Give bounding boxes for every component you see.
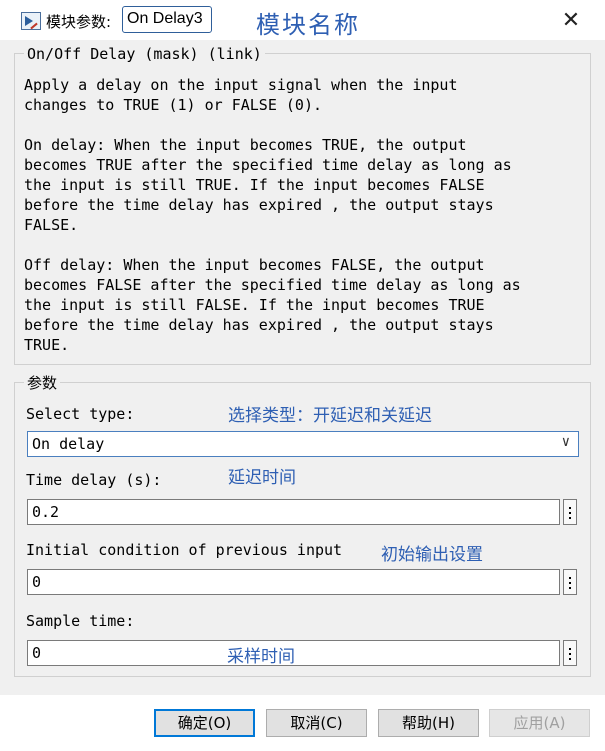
description-line: TRUE. bbox=[24, 336, 70, 354]
ok-button[interactable]: 确定(O) bbox=[154, 709, 255, 737]
description-line: the input is still TRUE. If the input be… bbox=[24, 176, 485, 194]
time-delay-label: Time delay (s): bbox=[26, 471, 162, 489]
initial-condition-input[interactable]: 0 bbox=[27, 569, 560, 595]
annotation-sample-time: 采样时间 bbox=[227, 647, 295, 667]
select-type-value: On delay bbox=[32, 435, 105, 453]
block-name-label: On Delay3 bbox=[122, 6, 212, 33]
title-bar: 模块参数: On Delay3 模块名称 ✕ bbox=[0, 0, 605, 40]
window-title-prefix: 模块参数: bbox=[46, 13, 112, 31]
help-button[interactable]: 帮助(H) bbox=[378, 709, 479, 737]
description-line: becomes FALSE after the specified time d… bbox=[24, 276, 521, 294]
chevron-down-icon: ∨ bbox=[561, 434, 570, 450]
description-heading: On/Off Delay (mask) (link) bbox=[24, 45, 265, 63]
simulink-block-icon bbox=[21, 12, 41, 30]
description-line: Off delay: When the input becomes FALSE,… bbox=[24, 256, 485, 274]
initial-condition-more-button[interactable] bbox=[563, 569, 577, 595]
description-line: On delay: When the input becomes TRUE, t… bbox=[24, 136, 467, 154]
description-line: the input is still FALSE. If the input b… bbox=[24, 296, 485, 314]
select-type-label: Select type: bbox=[26, 405, 135, 423]
time-delay-input[interactable]: 0.2 bbox=[27, 499, 560, 525]
sample-time-label: Sample time: bbox=[26, 612, 135, 630]
cancel-button[interactable]: 取消(C) bbox=[266, 709, 367, 737]
description-line: becomes TRUE after the specified time de… bbox=[24, 156, 512, 174]
apply-button[interactable]: 应用(A) bbox=[489, 709, 590, 737]
parameters-heading: 参数 bbox=[24, 372, 61, 393]
time-delay-more-button[interactable] bbox=[563, 499, 577, 525]
description-panel: On/Off Delay (mask) (link) Apply a delay… bbox=[0, 40, 605, 370]
close-button[interactable]: ✕ bbox=[558, 8, 584, 34]
description-line: Apply a delay on the input signal when t… bbox=[24, 76, 458, 94]
select-type-dropdown[interactable]: On delay ∨ bbox=[27, 431, 579, 457]
description-line: FALSE. bbox=[24, 216, 79, 234]
parameters-group bbox=[14, 382, 591, 677]
parameters-panel: 参数 Select type: 选择类型：开延迟和关延迟 On delay ∨ … bbox=[0, 370, 605, 695]
description-line: changes to TRUE (1) or FALSE (0). bbox=[24, 96, 323, 114]
annotation-time-delay: 延迟时间 bbox=[228, 468, 296, 488]
description-line: before the time delay has expired , the … bbox=[24, 196, 494, 214]
annotation-block-name: 模块名称 bbox=[256, 11, 360, 39]
annotation-initial-condition: 初始输出设置 bbox=[381, 545, 483, 565]
annotation-select-type: 选择类型：开延迟和关延迟 bbox=[228, 406, 432, 426]
initial-condition-label: Initial condition of previous input bbox=[26, 541, 343, 559]
sample-time-more-button[interactable] bbox=[563, 640, 577, 666]
dialog-footer: 确定(O) 取消(C) 帮助(H) 应用(A) bbox=[0, 695, 605, 751]
description-line: before the time delay has expired , the … bbox=[24, 316, 494, 334]
